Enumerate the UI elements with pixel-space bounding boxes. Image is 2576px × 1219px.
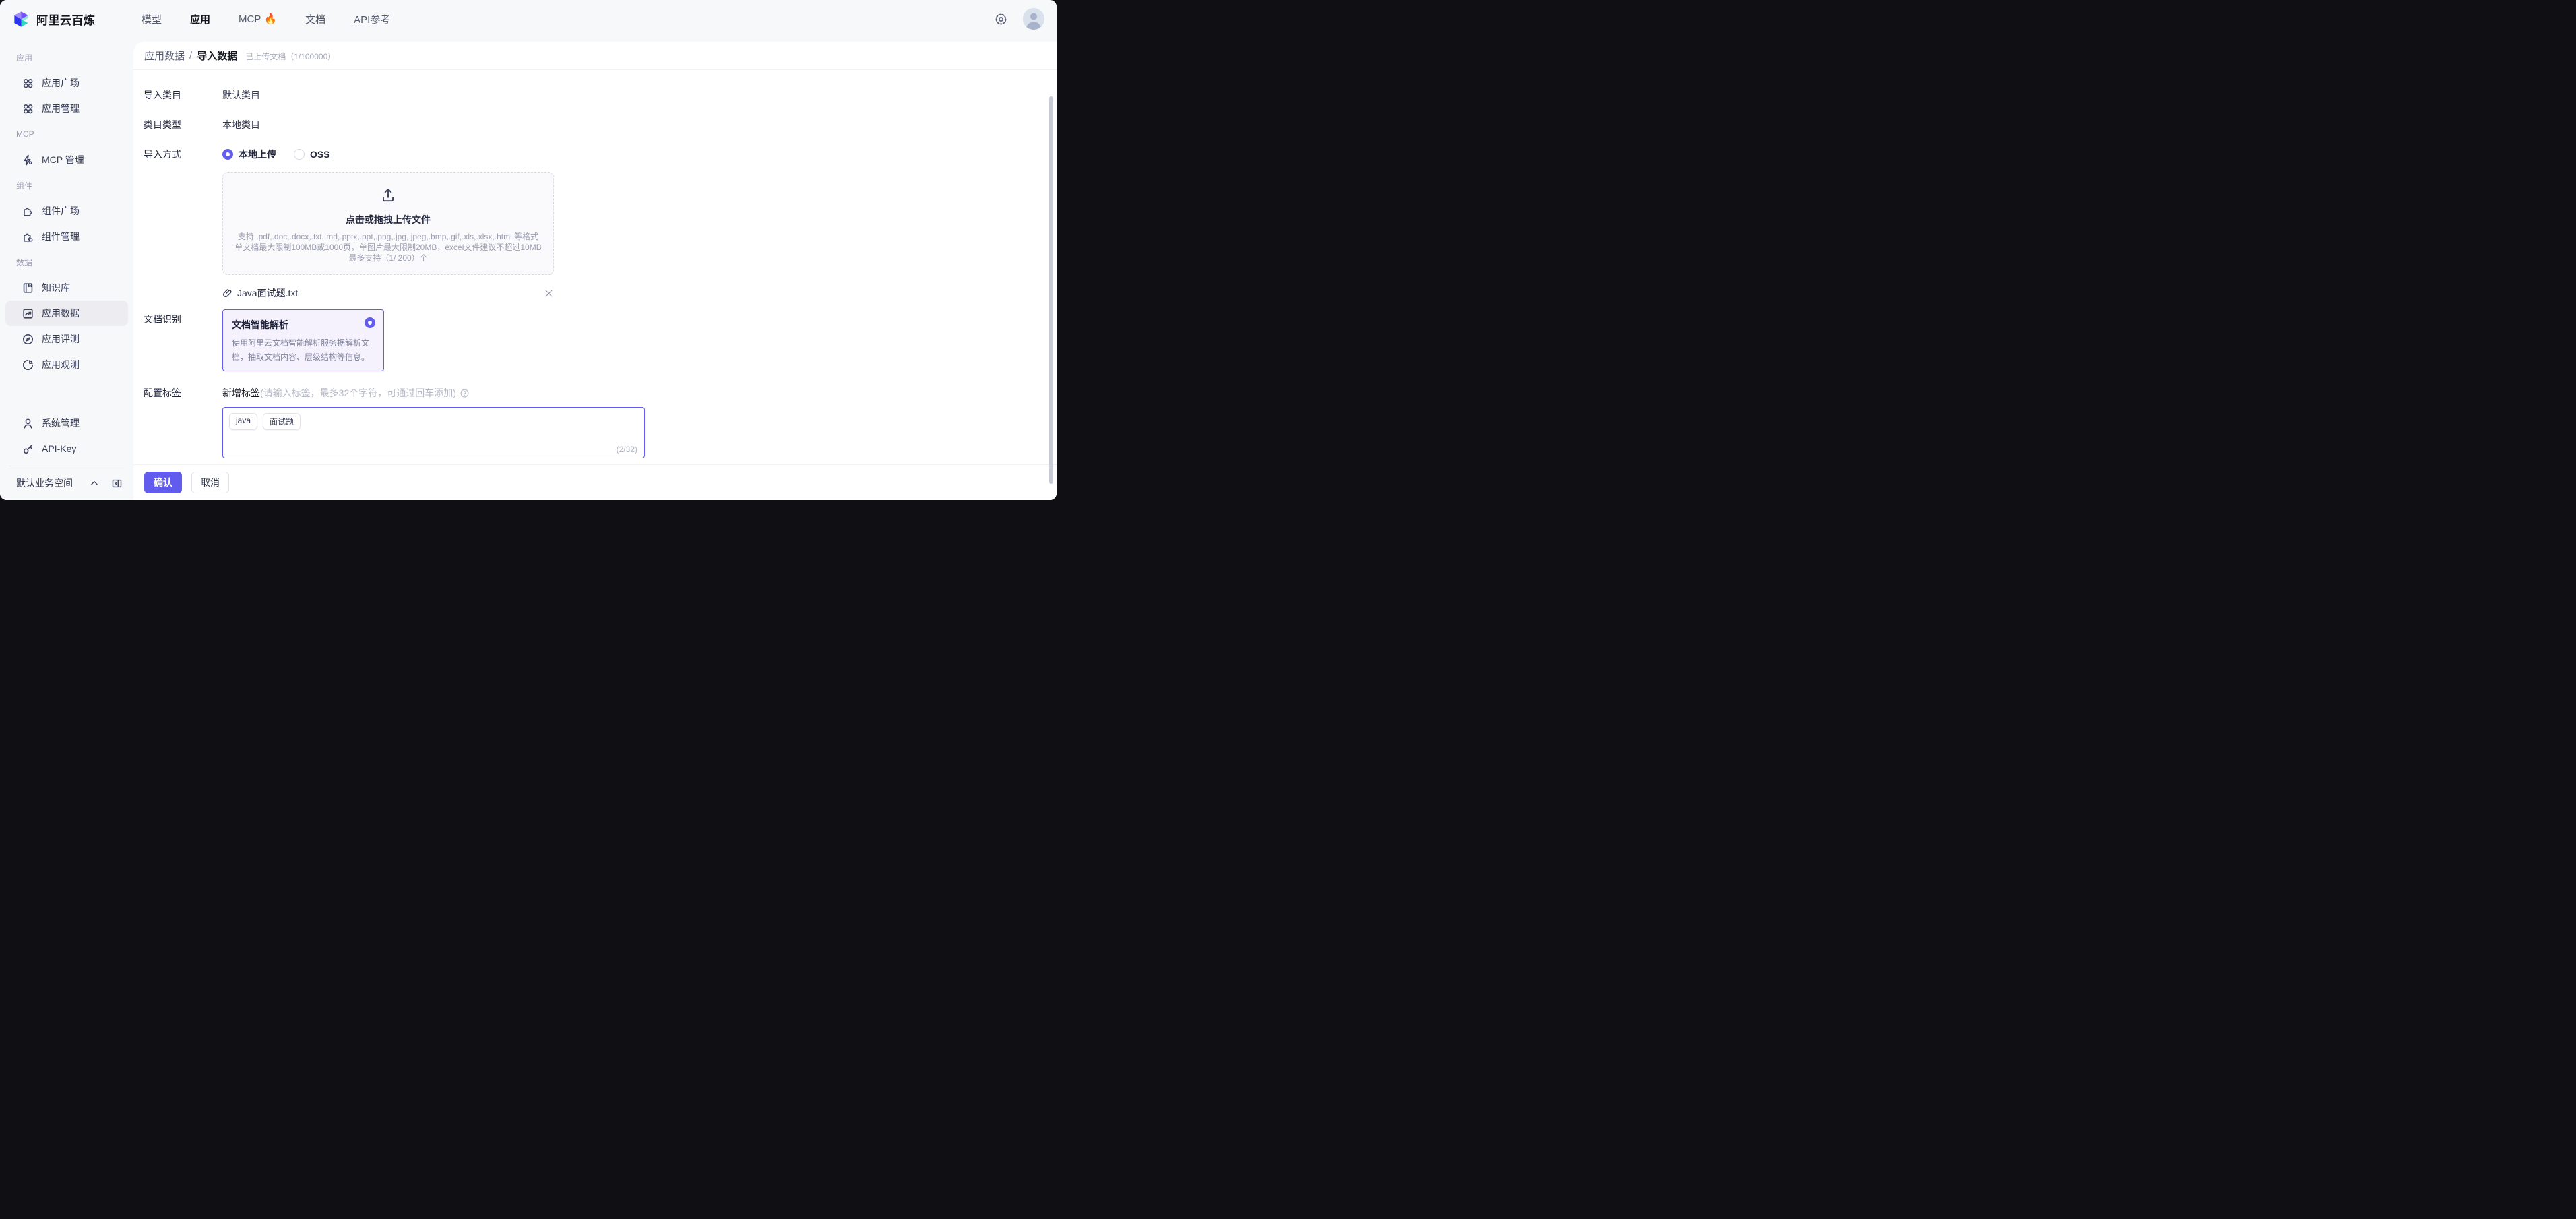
import-method-row: 导入方式 本地上传 OSS <box>144 144 1040 164</box>
category-type-value: 本地类目 <box>222 118 260 131</box>
tags-label-row: 配置标签 新增标签 (请输入标签，最多32个字符，可通过回车添加) <box>144 383 1040 403</box>
uploaded-doc-count: 已上传文档（1/100000） <box>245 49 336 62</box>
brand-name: 阿里云百炼 <box>36 11 96 28</box>
person-icon <box>22 417 34 430</box>
import-form: 导入类目 默认类目 类目类型 本地类目 导入方式 本地上传 OSS <box>133 85 1057 458</box>
workspace-name: 默认业务空间 <box>16 476 73 490</box>
radio-oss[interactable]: OSS <box>294 149 330 160</box>
sidebar-section-data: 数据 <box>0 249 133 275</box>
book-icon <box>22 282 34 294</box>
doc-card-radio-selected-icon[interactable] <box>365 317 375 328</box>
sidebar-item-app-evaluation[interactable]: 应用评测 <box>5 326 128 352</box>
help-icon[interactable] <box>460 388 470 398</box>
confirm-button[interactable]: 确认 <box>144 472 182 493</box>
tag-chip[interactable]: java <box>229 413 257 430</box>
nav-mcp[interactable]: MCP🔥 <box>239 13 277 25</box>
chevron-up-icon[interactable] <box>90 478 99 488</box>
compass-icon <box>22 333 34 346</box>
import-category-value: 默认类目 <box>222 88 260 102</box>
upload-dropzone[interactable]: 点击或拖拽上传文件 支持 .pdf,.doc,.docx,.txt,.md,.p… <box>222 172 554 275</box>
category-type-row: 类目类型 本地类目 <box>144 115 1040 135</box>
app-window: 阿里云百炼 模型 应用 MCP🔥 文档 API参考 <box>0 0 1057 500</box>
main-panel: 应用数据 / 导入数据 已上传文档（1/100000） 导入类目 默认类目 类目… <box>133 42 1057 500</box>
sidebar-section-mcp: MCP <box>0 121 133 147</box>
sidebar-item-app-data[interactable]: 应用数据 <box>5 301 128 326</box>
tag-chips: java 面试题 <box>229 413 638 430</box>
paperclip-icon <box>222 288 232 299</box>
breadcrumb: 应用数据 / 导入数据 已上传文档（1/100000） <box>133 42 1057 70</box>
tag-counter: (2/32) <box>617 445 637 454</box>
nav-api-reference[interactable]: API参考 <box>354 12 390 26</box>
breadcrumb-parent[interactable]: 应用数据 <box>144 49 185 63</box>
sidebar-item-app-marketplace[interactable]: 应用广场 <box>5 70 128 96</box>
sidebar-item-app-management[interactable]: 应用管理 <box>5 96 128 121</box>
puzzle-icon <box>22 205 34 218</box>
radio-unselected-icon <box>294 149 305 160</box>
doc-card-description: 使用阿里云文档智能解析服务据解析文档，抽取文档内容、层级结构等信息。 <box>232 336 375 365</box>
sidebar-item-app-observation[interactable]: 应用观测 <box>5 352 128 377</box>
sidebar-item-component-marketplace[interactable]: 组件广场 <box>5 198 128 224</box>
workspace-switcher[interactable]: 默认业务空间 <box>0 469 133 500</box>
fire-icon: 🔥 <box>264 13 277 25</box>
nav-models[interactable]: 模型 <box>142 12 162 26</box>
puzzle-manage-icon <box>22 230 34 243</box>
sidebar: 应用 应用广场 应用管理 MCP <box>0 38 133 500</box>
top-nav: 模型 应用 MCP🔥 文档 API参考 <box>129 12 390 26</box>
lightning-icon <box>22 154 34 166</box>
radio-local-upload[interactable]: 本地上传 <box>222 148 276 161</box>
user-avatar[interactable] <box>1023 8 1044 30</box>
sidebar-item-api-key[interactable]: API-Key <box>5 436 128 462</box>
bailian-logo-icon <box>12 10 30 28</box>
import-category-row: 导入类目 默认类目 <box>144 85 1040 105</box>
doc-recognition-row: 文档识别 文档智能解析 使用阿里云文档智能解析服务据解析文档，抽取文档内容、层级… <box>144 309 1040 371</box>
pie-chart-icon <box>22 358 34 371</box>
tags-input[interactable]: java 面试题 (2/32) <box>222 407 645 458</box>
settings-gear-icon[interactable] <box>994 12 1008 26</box>
brand-logo[interactable]: 阿里云百炼 <box>0 10 129 28</box>
upload-hints: 支持 .pdf,.doc,.docx,.txt,.md,.pptx,.ppt,.… <box>234 231 541 263</box>
sidebar-item-component-management[interactable]: 组件管理 <box>5 224 128 249</box>
breadcrumb-current: 导入数据 <box>197 49 237 63</box>
upload-title: 点击或拖拽上传文件 <box>346 213 431 226</box>
doc-card-title: 文档智能解析 <box>232 318 375 332</box>
nav-apps[interactable]: 应用 <box>190 12 210 26</box>
remove-file-icon[interactable] <box>544 288 554 299</box>
topbar-right <box>994 8 1057 30</box>
vertical-scrollbar[interactable] <box>1049 96 1053 484</box>
sidebar-section-components: 组件 <box>0 173 133 198</box>
form-footer: 确认 取消 <box>133 464 1057 500</box>
sidebar-section-apps: 应用 <box>0 44 133 70</box>
tag-chip[interactable]: 面试题 <box>263 413 301 430</box>
app-manage-icon <box>22 102 34 115</box>
key-icon <box>22 443 34 456</box>
doc-smart-parse-card[interactable]: 文档智能解析 使用阿里云文档智能解析服务据解析文档，抽取文档内容、层级结构等信息… <box>222 309 384 371</box>
sidebar-item-knowledge-base[interactable]: 知识库 <box>5 275 128 301</box>
sidebar-item-mcp-management[interactable]: MCP 管理 <box>5 147 128 173</box>
top-bar: 阿里云百炼 模型 应用 MCP🔥 文档 API参考 <box>0 0 1057 38</box>
nav-docs[interactable]: 文档 <box>305 12 325 26</box>
radio-selected-icon <box>222 149 233 160</box>
cancel-button[interactable]: 取消 <box>191 472 229 493</box>
add-tag-label: 新增标签 <box>222 386 260 400</box>
sidebar-item-system-management[interactable]: 系统管理 <box>5 410 128 436</box>
uploaded-file-name[interactable]: Java面试题.txt <box>237 286 298 300</box>
upload-icon <box>379 186 397 204</box>
add-tag-hint: (请输入标签，最多32个字符，可通过回车添加) <box>260 386 456 400</box>
collapse-sidebar-icon[interactable] <box>111 478 123 489</box>
app-grid-icon <box>22 77 34 90</box>
chart-icon <box>22 307 34 320</box>
uploaded-file-row: Java面试题.txt <box>222 285 554 301</box>
